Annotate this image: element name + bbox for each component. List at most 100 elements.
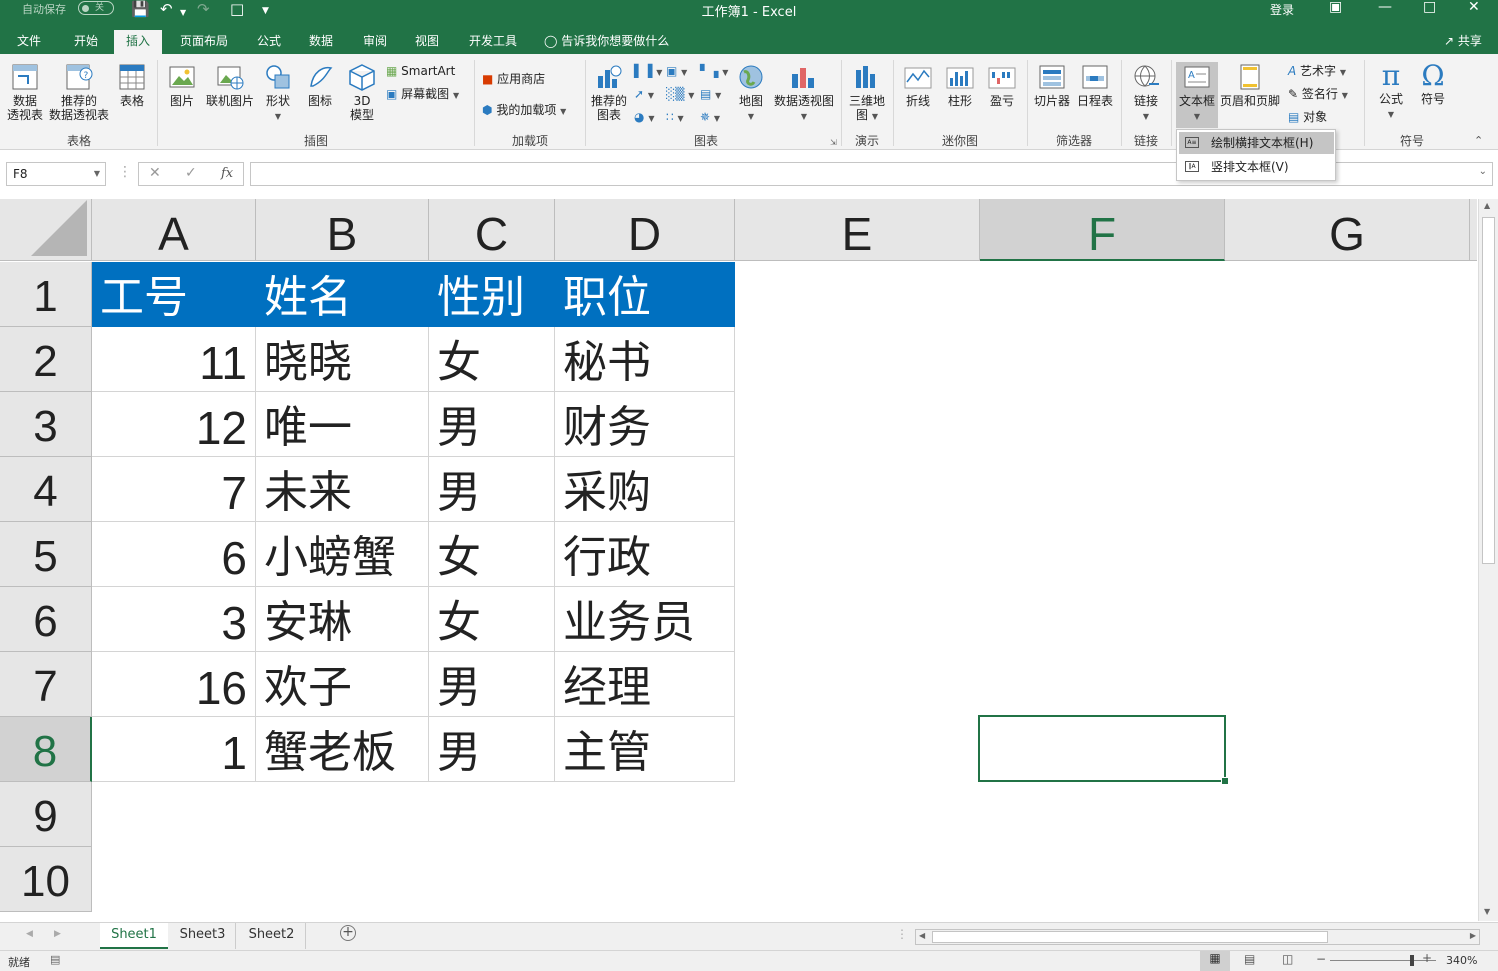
enter-formula-icon[interactable]: ✓ — [185, 165, 197, 181]
vertical-scroll-thumb[interactable] — [1482, 217, 1495, 564]
name-box[interactable]: F8 ▼ — [6, 162, 106, 186]
cell-d4[interactable]: 采购 — [555, 457, 735, 522]
cell-a3[interactable]: 12 — [92, 392, 256, 457]
normal-view-icon[interactable]: ▦ — [1200, 951, 1230, 971]
slicer-button[interactable]: 切片器 — [1032, 62, 1072, 108]
sparkline-column-button[interactable]: 柱形 — [940, 62, 980, 108]
insert-function-icon[interactable]: fx — [221, 166, 233, 181]
zoom-out-icon[interactable]: − — [1316, 952, 1326, 966]
row-header-8[interactable]: 8 — [0, 717, 92, 782]
ribbon-display-options-icon[interactable]: ▣ — [1329, 0, 1342, 15]
cell-d3[interactable]: 财务 — [555, 392, 735, 457]
smartart-button[interactable]: ▦ SmartArt — [386, 64, 455, 78]
shapes-button[interactable]: 形状 ▼ — [258, 62, 298, 124]
scroll-down-icon[interactable]: ▼ — [1484, 907, 1490, 916]
minimize-icon[interactable]: — — [1378, 0, 1392, 15]
combo-chart-button[interactable]: ▤ ▼ — [700, 87, 721, 103]
symbol-button[interactable]: Ω 符号 — [1412, 60, 1454, 107]
tab-home[interactable]: 开始 — [62, 30, 110, 54]
name-box-dropdown-icon[interactable]: ▼ — [94, 163, 100, 185]
tab-split-grip-icon[interactable]: ⋮ — [896, 927, 908, 941]
cell-c7[interactable]: 男 — [429, 652, 555, 717]
cell-c4[interactable]: 男 — [429, 457, 555, 522]
timeline-button[interactable]: 日程表 — [1074, 62, 1116, 108]
column-header-b[interactable]: B — [256, 199, 429, 261]
row-header-10[interactable]: 10 — [0, 847, 92, 912]
tab-page-layout[interactable]: 页面布局 — [170, 30, 238, 54]
macro-record-icon[interactable]: ▤ — [50, 953, 60, 966]
sheet-scroll-left-icon[interactable]: ◀ — [26, 929, 33, 939]
scroll-right-icon[interactable]: ▶ — [1470, 931, 1476, 940]
expand-formula-bar-icon[interactable]: ⌄ — [1479, 166, 1487, 177]
tab-data[interactable]: 数据 — [298, 30, 344, 54]
horizontal-scroll-thumb[interactable] — [932, 931, 1328, 943]
sheet-tab-sheet1[interactable]: Sheet1 — [100, 923, 168, 949]
select-all-corner[interactable] — [0, 199, 92, 261]
link-button[interactable]: 链接 ▼ — [1126, 62, 1166, 124]
row-header-5[interactable]: 5 — [0, 522, 92, 587]
cell-c2[interactable]: 女 — [429, 327, 555, 392]
cell-b8[interactable]: 蟹老板 — [256, 717, 429, 782]
equation-button[interactable]: π 公式 ▼ — [1370, 60, 1412, 122]
row-header-6[interactable]: 6 — [0, 587, 92, 652]
sparkline-line-button[interactable]: 折线 — [898, 62, 938, 108]
column-header-e[interactable]: E — [735, 199, 980, 261]
my-addins-button[interactable]: ⬢ 我的加载项 ▼ — [482, 103, 566, 119]
sheet-tab-sheet3[interactable]: Sheet3 — [170, 923, 236, 949]
add-sheet-icon[interactable]: + — [340, 925, 356, 941]
statistic-chart-button[interactable]: ░▒ ▼ — [666, 87, 694, 103]
maximize-icon[interactable]: □ — [1423, 0, 1436, 15]
cell-a1[interactable]: 工号 — [92, 262, 256, 327]
row-header-4[interactable]: 4 — [0, 457, 92, 522]
column-header-g[interactable]: G — [1225, 199, 1470, 261]
cell-b6[interactable]: 安琳 — [256, 587, 429, 652]
close-icon[interactable]: ✕ — [1468, 0, 1480, 15]
cell-c1[interactable]: 性别 — [429, 262, 555, 327]
zoom-in-icon[interactable]: + — [1422, 951, 1432, 965]
page-break-view-icon[interactable]: ◫ — [1282, 952, 1293, 966]
cell-b7[interactable]: 欢子 — [256, 652, 429, 717]
map-button[interactable]: 地图 ▼ — [734, 62, 768, 124]
cell-b3[interactable]: 唯一 — [256, 392, 429, 457]
page-layout-view-icon[interactable]: ▤ — [1244, 952, 1255, 966]
worksheet-grid[interactable]: A B C D E F G 1 2 3 4 5 6 7 8 9 10 工号 姓名… — [0, 199, 1477, 921]
share-button[interactable]: ↗ 共享 — [1444, 30, 1482, 52]
collapse-ribbon-icon[interactable]: ⌃ — [1474, 134, 1483, 147]
active-cell-f8[interactable] — [978, 715, 1229, 785]
table-button[interactable]: 表格 — [112, 62, 152, 108]
cell-c3[interactable]: 男 — [429, 392, 555, 457]
pivot-chart-button[interactable]: 数据透视图 ▼ — [772, 62, 836, 124]
sheet-tab-sheet2[interactable]: Sheet2 — [238, 923, 306, 949]
cell-a8[interactable]: 1 — [92, 717, 256, 782]
column-header-d[interactable]: D — [555, 199, 735, 261]
hierarchy-chart-button[interactable]: ▣ ▼ — [666, 64, 687, 80]
recommended-pivot-button[interactable]: ? 推荐的 数据透视表 — [48, 62, 110, 122]
cell-d8[interactable]: 主管 — [555, 717, 735, 782]
sheet-scroll-right-icon[interactable]: ▶ — [54, 929, 61, 939]
3d-model-button[interactable]: 3D 模型 — [342, 62, 382, 122]
icons-button[interactable]: 图标 — [300, 62, 340, 108]
column-header-partial[interactable] — [1470, 199, 1477, 261]
charts-dialog-launcher-icon[interactable]: ⇲ — [830, 138, 837, 147]
row-header-2[interactable]: 2 — [0, 327, 92, 392]
login-link[interactable]: 登录 — [1270, 1, 1294, 18]
column-header-c[interactable]: C — [429, 199, 555, 261]
column-header-a[interactable]: A — [92, 199, 256, 261]
object-button[interactable]: ▤ 对象 — [1288, 110, 1327, 124]
cell-a5[interactable]: 6 — [92, 522, 256, 587]
cell-a7[interactable]: 16 — [92, 652, 256, 717]
vertical-scrollbar[interactable]: ▲ ▼ — [1478, 199, 1498, 921]
cell-c8[interactable]: 男 — [429, 717, 555, 782]
pie-chart-button[interactable]: ◕ ▼ — [634, 110, 654, 126]
zoom-slider-thumb[interactable] — [1410, 955, 1414, 966]
tab-review[interactable]: 审阅 — [352, 30, 398, 54]
cancel-formula-icon[interactable]: ✕ — [149, 165, 161, 181]
horizontal-scrollbar[interactable]: ◀ ▶ — [915, 929, 1480, 945]
row-header-1[interactable]: 1 — [0, 262, 92, 327]
column-header-f[interactable]: F — [980, 199, 1225, 261]
cell-d1[interactable]: 职位 — [555, 262, 735, 327]
screenshot-button[interactable]: ▣ 屏幕截图 ▼ — [386, 87, 459, 103]
cell-d7[interactable]: 经理 — [555, 652, 735, 717]
cell-d2[interactable]: 秘书 — [555, 327, 735, 392]
tell-me-search[interactable]: ◯ 告诉我你想要做什么 — [544, 30, 669, 52]
